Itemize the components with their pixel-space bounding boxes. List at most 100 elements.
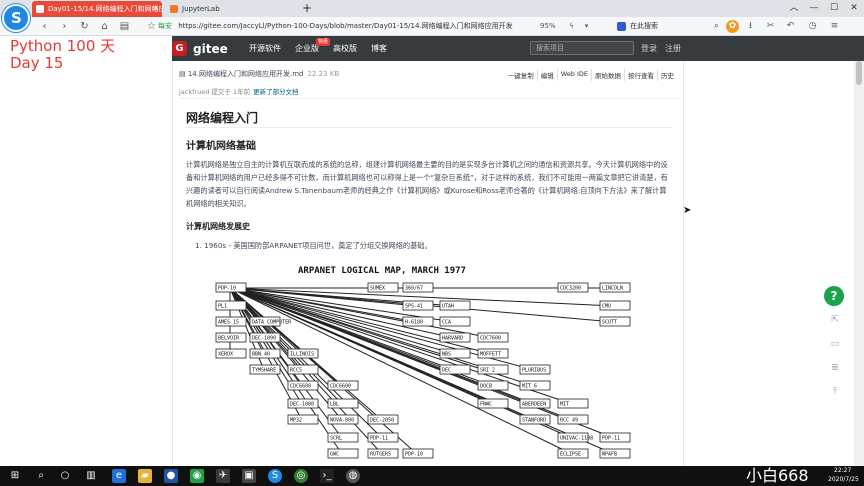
map-node: CDC6600 <box>327 380 359 391</box>
star-icon[interactable]: ☆ <box>145 20 158 33</box>
close-window-button[interactable]: ✕ <box>844 0 864 17</box>
browser-tab-active[interactable]: Day01-15/14.网络编程入门和网络应... ✕ <box>32 1 162 17</box>
comment-icon[interactable]: ▭ <box>829 338 841 350</box>
new-tab-button[interactable]: + <box>302 0 312 17</box>
clock-icon[interactable]: ◷ <box>806 20 819 33</box>
map-node: WPAFB <box>599 448 631 459</box>
page-scrollbar[interactable] <box>854 61 864 466</box>
start-icon[interactable]: ⊞ <box>8 469 22 483</box>
tab-title: Day01-15/14.网络编程入门和网络应... <box>48 5 162 13</box>
back-icon[interactable]: ‹ <box>38 20 51 33</box>
maximize-button[interactable]: ☐ <box>824 0 844 17</box>
dropdown-icon[interactable]: ▾ <box>580 20 593 33</box>
register-link[interactable]: 注册 <box>665 43 681 54</box>
raw-button[interactable]: 原始数据 <box>591 69 624 81</box>
map-node: CMU <box>599 300 631 311</box>
home-icon[interactable]: ⌂ <box>98 20 111 33</box>
map-node: 360/67 <box>402 282 434 293</box>
svg-text:H-6180: H-6180 <box>405 320 423 326</box>
wechat-icon[interactable]: ◎ <box>294 469 308 483</box>
tab-close-icon[interactable]: ✕ <box>152 1 159 17</box>
copy-button[interactable]: 一键复制 <box>505 69 537 81</box>
gitee-logo[interactable]: G gitee <box>172 40 228 57</box>
zoom-level[interactable]: 95% <box>540 20 556 33</box>
cmd-icon[interactable]: ›_ <box>320 469 334 483</box>
web-ide-button[interactable]: Web IDE <box>556 69 591 81</box>
reload-icon[interactable]: ↻ <box>78 20 91 33</box>
lightning-icon[interactable]: ϟ <box>565 20 578 33</box>
commit-info: jackfrued 提交于 1年前 更新了部分文档 <box>179 86 299 96</box>
clock-time[interactable]: 22:27 <box>834 467 851 475</box>
recorder-logo-icon: S <box>2 4 30 32</box>
commit-message-link[interactable]: 更新了部分文档 <box>253 88 299 96</box>
svg-text:CDC6600: CDC6600 <box>290 384 311 390</box>
map-node: SUMEX <box>367 282 399 293</box>
chrome-icon[interactable]: ◉ <box>190 469 204 483</box>
nav-education[interactable]: 高校版 <box>333 43 357 54</box>
file-view-panel: ▤ 14.网络编程入门和网络应用开发.md 22.23 KB 一键复制 编辑 We… <box>172 61 684 466</box>
map-node: PDP-11 <box>367 432 399 443</box>
clock-date[interactable]: 2020/7/25 <box>828 476 859 484</box>
reader-icon[interactable]: ▤ <box>118 20 131 33</box>
file-explorer-icon[interactable]: ▰ <box>138 469 152 483</box>
edit-button[interactable]: 编辑 <box>536 69 557 81</box>
history-icon[interactable]: ≣ <box>829 362 841 374</box>
map-node: FNWC <box>477 398 509 409</box>
svg-text:SPS-41: SPS-41 <box>405 304 423 310</box>
nav-open-source[interactable]: 开源软件 <box>249 43 281 54</box>
search-icon[interactable]: ⌕ <box>34 469 48 483</box>
help-button[interactable]: ? <box>824 286 844 306</box>
terminal-icon[interactable]: ▣ <box>242 469 256 483</box>
share-icon[interactable]: ⇱ <box>829 314 841 326</box>
map-node: CDC7600 <box>477 332 509 343</box>
task-view-icon[interactable]: ▥ <box>84 469 98 483</box>
gitee-search-input[interactable]: 搜索项目 <box>530 41 634 55</box>
svg-text:HARVARD: HARVARD <box>442 336 463 342</box>
map-node: RCC5 <box>287 364 319 375</box>
svg-text:RUTGERS: RUTGERS <box>370 452 391 458</box>
nav-blog[interactable]: 博客 <box>371 43 387 54</box>
search-icon[interactable]: ⌕ <box>710 20 723 33</box>
login-link[interactable]: 登录 <box>641 43 657 54</box>
search-engine-box[interactable]: 在此搜索 <box>616 19 716 34</box>
svg-text:RCC5: RCC5 <box>290 368 302 374</box>
extension-icon[interactable]: ✿ <box>726 20 739 33</box>
url-field[interactable]: 每安 https://gitee.com/JaccyLl/Python-100-… <box>158 19 582 34</box>
blame-button[interactable]: 按行查看 <box>624 69 657 81</box>
tools-icon[interactable]: ✂ <box>764 20 777 33</box>
back-to-top-icon[interactable]: ⤒ <box>829 386 841 398</box>
svg-text:SCOTT: SCOTT <box>602 320 617 326</box>
obs-icon[interactable]: ◍ <box>346 469 360 483</box>
svg-text:MOFFETT: MOFFETT <box>480 352 501 358</box>
undo-icon[interactable]: ↶ <box>784 20 797 33</box>
svg-text:CMU: CMU <box>602 304 611 310</box>
download-icon[interactable]: ⭳ <box>744 20 757 33</box>
svg-text:XEROX: XEROX <box>218 352 233 358</box>
map-node: TYMSHARE <box>249 364 281 375</box>
history-button[interactable]: 历史 <box>657 69 677 81</box>
cortana-icon[interactable]: ○ <box>58 469 72 483</box>
svg-text:STANFORD: STANFORD <box>522 418 546 424</box>
map-node: LBL <box>327 398 359 409</box>
map-node: DOCB <box>477 380 509 391</box>
collapse-button[interactable]: ︿ <box>784 0 804 17</box>
app-icon[interactable]: ✈ <box>216 469 230 483</box>
recorder-icon[interactable]: S <box>268 469 282 483</box>
menu-icon[interactable]: ≡ <box>828 20 841 33</box>
map-node: RUTGERS <box>367 448 399 459</box>
map-node: SCOTT <box>599 316 631 327</box>
map-title: ARPANET LOGICAL MAP, MARCH 1977 <box>298 266 466 276</box>
svg-text:NOVA-800: NOVA-800 <box>330 418 354 424</box>
browser-icon[interactable]: ● <box>164 469 178 483</box>
svg-text:PLURIBUS: PLURIBUS <box>522 368 546 374</box>
browser-tab-bar: Day01-15/14.网络编程入门和网络应... ✕ JupyterLab +… <box>0 0 864 17</box>
map-node: LINCOLN <box>599 282 631 293</box>
browser-tab-jupyter[interactable]: JupyterLab <box>166 1 296 17</box>
scroll-thumb[interactable] <box>856 61 862 85</box>
minimize-button[interactable]: — <box>804 0 824 17</box>
markdown-paragraph: 计算机网络是独立自主的计算机互联而成的系统的总称，组建计算机网络最主要的目的是实… <box>186 160 668 208</box>
edge-icon[interactable]: e <box>112 469 126 483</box>
course-overlay-title: Python 100 天 Day 15 <box>10 38 115 72</box>
forward-icon[interactable]: › <box>58 20 71 33</box>
map-node: CDC6600 <box>287 380 319 391</box>
